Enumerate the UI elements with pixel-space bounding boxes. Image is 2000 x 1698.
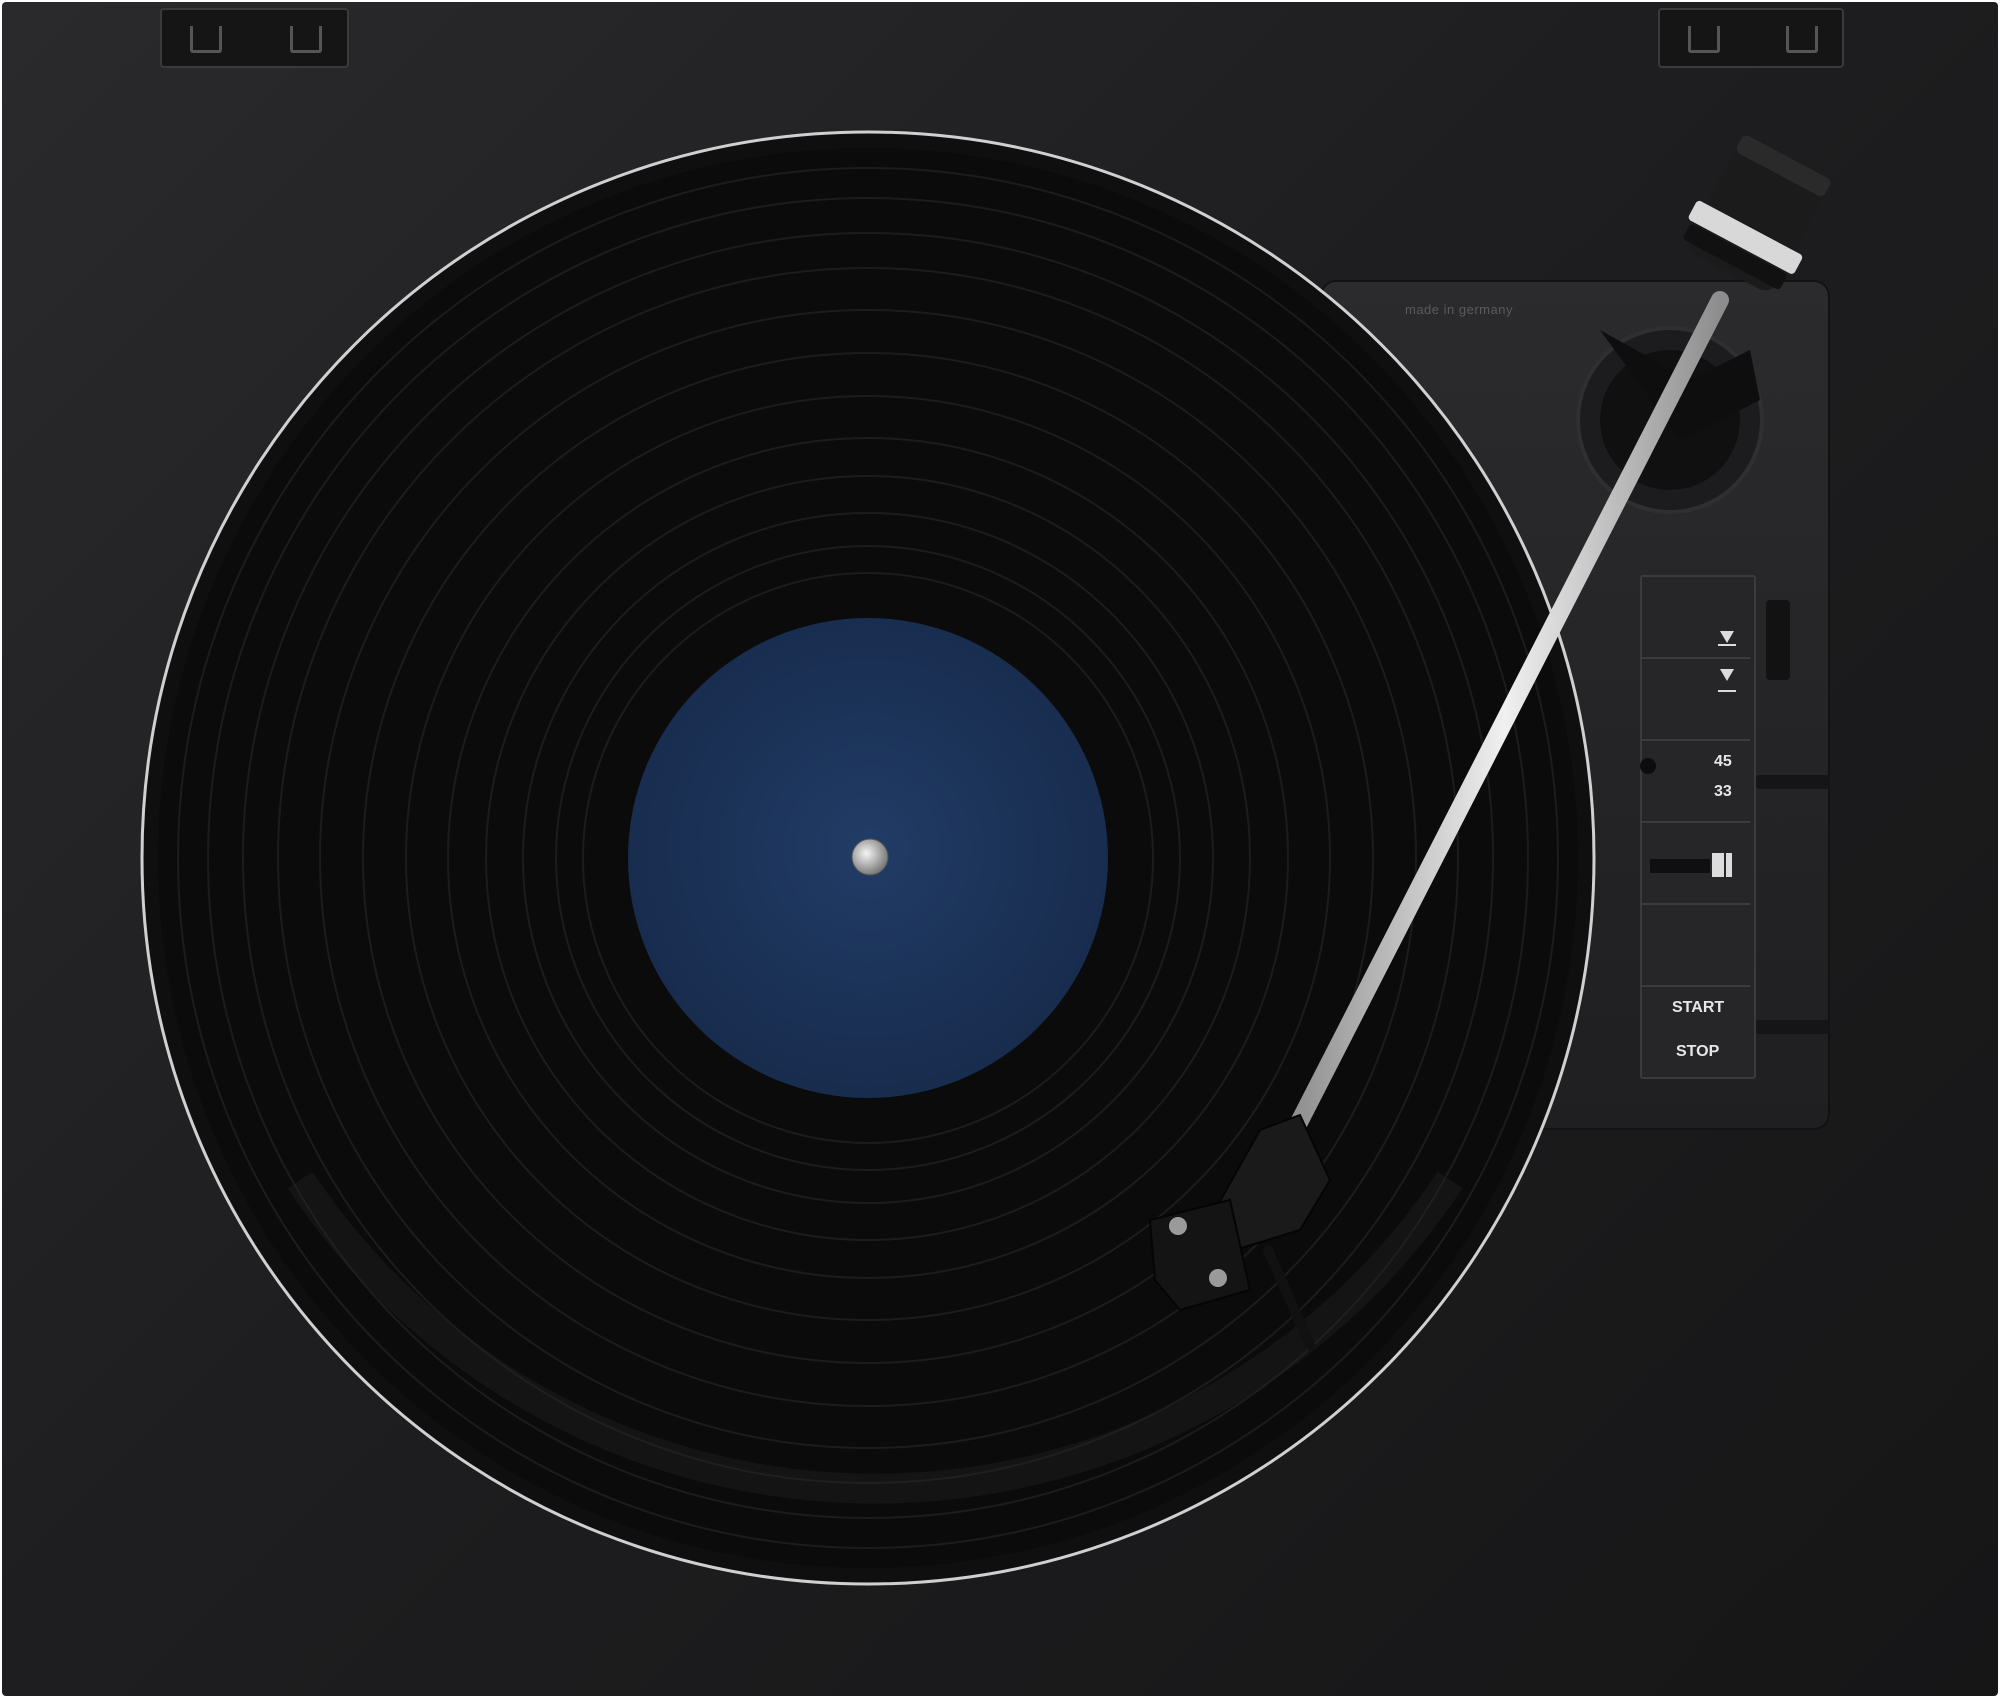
cartridge-screw xyxy=(1209,1269,1227,1287)
record-scene xyxy=(140,129,1841,1586)
spindle xyxy=(851,838,889,876)
counterweight[interactable] xyxy=(1674,129,1841,300)
cartridge-screw xyxy=(1169,1217,1187,1235)
